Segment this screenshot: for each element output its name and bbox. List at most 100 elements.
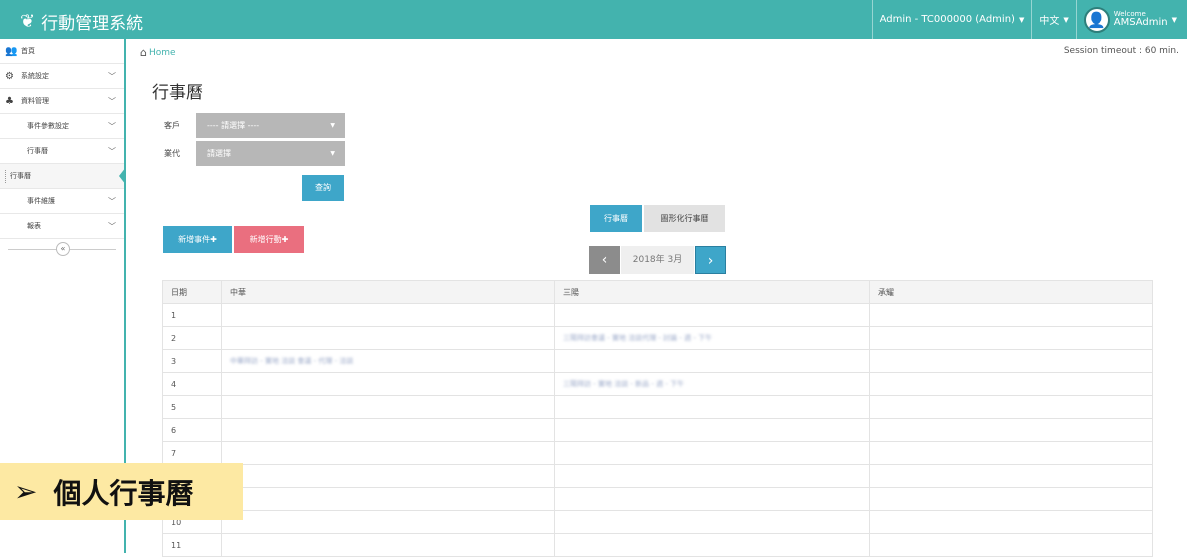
event-cell[interactable]: 三陽拜訪會議 - 實地 洽談代理 - 討論 - 週 - 下午 xyxy=(554,326,870,350)
chevron-down-icon: ﹀ xyxy=(108,71,116,81)
table-row: 3 中華拜訪 - 實地 洽談 會議 - 代理 - 洽談 xyxy=(162,349,1153,373)
event-entry[interactable]: 中華拜訪 - 實地 洽談 會議 - 代理 - 洽談 xyxy=(230,356,353,366)
date-cell: 1 xyxy=(162,303,222,327)
gears-icon: ⚙ xyxy=(5,70,14,82)
sidebar-item-label: 報表 xyxy=(27,222,41,230)
chevron-down-icon: ﹀ xyxy=(108,146,116,156)
event-cell[interactable]: 中華拜訪 - 實地 洽談 會議 - 代理 - 洽談 xyxy=(221,349,555,373)
user-menu[interactable]: Admin - TC000000 (Admin) ▼ xyxy=(873,14,1032,25)
sidebar-item-calendar-group[interactable]: 行事曆 ﹀ xyxy=(0,139,124,164)
caret-down-icon: ▼ xyxy=(330,122,335,129)
date-cell: 4 xyxy=(162,372,222,396)
arrow-icon: ➢ xyxy=(14,475,38,508)
event-cell[interactable] xyxy=(869,349,1153,373)
add-action-button[interactable]: 新增行動✚ xyxy=(234,226,304,253)
agent-select[interactable]: 請選擇 ▼ xyxy=(196,141,345,166)
language-menu[interactable]: 中文 ▼ xyxy=(1032,12,1075,28)
event-cell[interactable] xyxy=(221,326,555,350)
chevron-down-icon: ﹀ xyxy=(108,96,116,106)
event-cell[interactable]: 三陽拜訪 - 實地 洽談 - 新品 - 週 - 下午 xyxy=(554,372,870,396)
sidebar-item-data-management[interactable]: ♣ 資料管理 ﹀ xyxy=(0,89,124,114)
date-cell: 7 xyxy=(162,441,222,465)
event-cell[interactable] xyxy=(869,326,1153,350)
event-cell[interactable] xyxy=(221,418,555,442)
chevron-right-icon: › xyxy=(707,253,714,269)
sidebar-item-event-params[interactable]: 事件參數設定 ﹀ xyxy=(0,114,124,139)
event-cell[interactable] xyxy=(221,441,555,465)
home-icon: ⌂ xyxy=(140,46,147,59)
event-cell[interactable] xyxy=(554,441,870,465)
sidebar-item-label: 事件參數設定 xyxy=(27,122,69,130)
sidebar-item-reports[interactable]: 報表 ﹀ xyxy=(0,214,124,239)
event-cell[interactable] xyxy=(221,464,555,488)
event-cell[interactable] xyxy=(554,464,870,488)
event-cell[interactable] xyxy=(221,372,555,396)
plus-icon: ✚ xyxy=(210,235,217,244)
table-row: 8 xyxy=(162,464,1153,488)
calendar-table: 日期 中華 三陽 承耀 1 2 三陽拜訪會議 - 實地 洽談代理 - 討論 - 週 … xyxy=(162,280,1153,557)
event-cell[interactable] xyxy=(869,418,1153,442)
event-cell[interactable] xyxy=(869,395,1153,419)
column-header: 日期 xyxy=(162,280,222,304)
add-action-label: 新增行動 xyxy=(249,235,282,244)
event-cell[interactable] xyxy=(869,303,1153,327)
sidebar-item-calendar[interactable]: 行事曆 xyxy=(0,164,126,189)
current-month: 2018年 3月 xyxy=(621,246,694,274)
table-row: 7 xyxy=(162,441,1153,465)
event-cell[interactable] xyxy=(554,303,870,327)
agent-label: 業代 xyxy=(164,149,180,158)
event-cell[interactable] xyxy=(869,533,1153,557)
event-cell[interactable] xyxy=(554,510,870,534)
event-cell[interactable] xyxy=(221,303,555,327)
chevron-left-icon: ‹ xyxy=(601,252,608,268)
leaf-icon: ❦ xyxy=(20,11,36,32)
caret-down-icon: ▼ xyxy=(1018,15,1025,24)
column-header: 中華 xyxy=(221,280,555,304)
event-cell[interactable] xyxy=(869,510,1153,534)
event-cell[interactable] xyxy=(221,533,555,557)
table-row: 10 xyxy=(162,510,1153,534)
sidebar-item-label: 行事曆 xyxy=(27,147,48,155)
event-cell[interactable] xyxy=(554,349,870,373)
event-cell[interactable] xyxy=(869,487,1153,511)
prev-month-button[interactable]: ‹ xyxy=(589,246,620,274)
event-entry[interactable]: 三陽拜訪會議 - 實地 洽談代理 - 討論 - 週 - 下午 xyxy=(563,333,712,343)
user-name: Admin - TC000000 (Admin) xyxy=(879,14,1015,25)
tab-graphical-calendar[interactable]: 圖形化行事曆 xyxy=(644,205,725,232)
event-cell[interactable] xyxy=(869,464,1153,488)
event-cell[interactable] xyxy=(221,487,555,511)
event-cell[interactable] xyxy=(554,395,870,419)
app-brand[interactable]: ❦ 行動管理系統 xyxy=(20,9,143,34)
sidebar-item-label: 首頁 xyxy=(21,47,35,55)
users-icon: 👥 xyxy=(5,45,18,57)
breadcrumb-home-link[interactable]: Home xyxy=(149,48,176,58)
account-menu[interactable]: 👤 Welcome AMSAdmin ▼ xyxy=(1077,6,1187,33)
query-button[interactable]: 查詢 xyxy=(302,175,344,201)
sitemap-icon: ♣ xyxy=(5,95,14,107)
caret-down-icon: ▼ xyxy=(330,150,335,157)
table-row: 9 xyxy=(162,487,1153,511)
sidebar-item-label: 資料管理 xyxy=(21,97,49,105)
caret-down-icon: ▼ xyxy=(1171,15,1177,24)
event-cell[interactable] xyxy=(869,441,1153,465)
event-cell[interactable] xyxy=(554,418,870,442)
sidebar-item-system-settings[interactable]: ⚙ 系統設定 ﹀ xyxy=(0,64,124,89)
app-title: 行動管理系統 xyxy=(41,14,144,34)
chevron-down-icon: ﹀ xyxy=(108,121,116,131)
sidebar-item-label: 事件維護 xyxy=(27,197,55,205)
table-row: 5 xyxy=(162,395,1153,419)
event-cell[interactable] xyxy=(221,395,555,419)
next-month-button[interactable]: › xyxy=(695,246,726,274)
event-cell[interactable] xyxy=(554,487,870,511)
sidebar-item-event-maintenance[interactable]: 事件維護 ﹀ xyxy=(0,189,124,214)
tab-calendar[interactable]: 行事曆 xyxy=(590,205,642,232)
customer-select[interactable]: ---- 請選擇 ---- ▼ xyxy=(196,113,345,138)
event-cell[interactable] xyxy=(869,372,1153,396)
sidebar-item-home[interactable]: 👥 首頁 xyxy=(0,39,124,64)
collapse-sidebar-button[interactable]: « xyxy=(56,242,70,256)
event-cell[interactable] xyxy=(221,510,555,534)
event-entry[interactable]: 三陽拜訪 - 實地 洽談 - 新品 - 週 - 下午 xyxy=(563,379,684,389)
event-cell[interactable] xyxy=(554,533,870,557)
date-cell: 11 xyxy=(162,533,222,557)
add-event-button[interactable]: 新增事件✚ xyxy=(163,226,232,253)
